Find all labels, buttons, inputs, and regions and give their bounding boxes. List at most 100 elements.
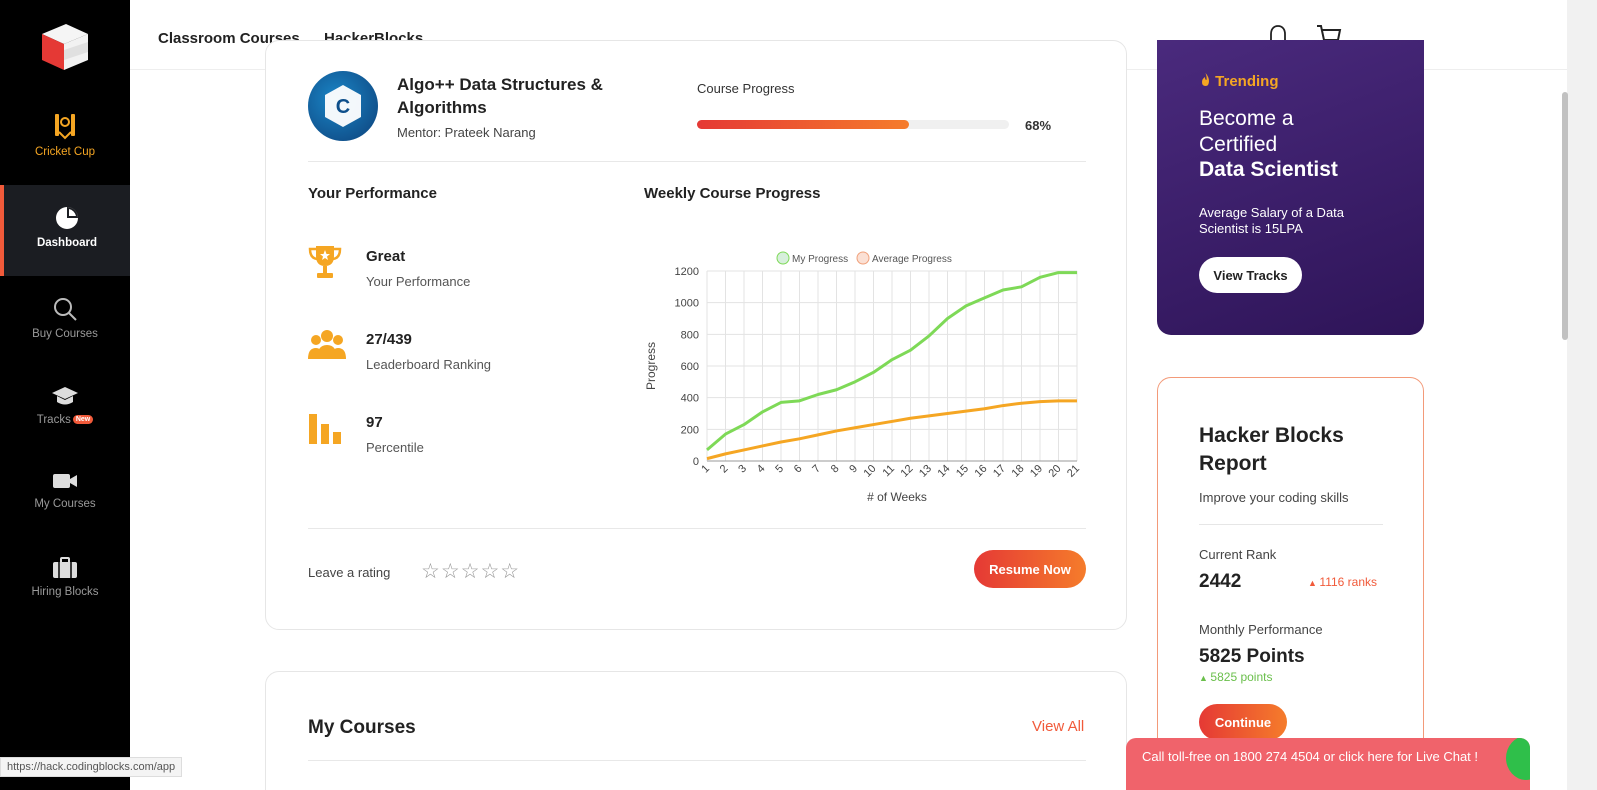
sidebar-item-buy-courses[interactable]: Buy Courses xyxy=(0,296,130,340)
rank-delta: ▲ 1116 ranks xyxy=(1308,575,1377,589)
search-icon xyxy=(54,298,77,321)
x-tick-label: 4 xyxy=(755,463,768,476)
performance-value: 97 xyxy=(366,414,383,431)
coding-blocks-logo[interactable] xyxy=(36,20,94,72)
live-chat-text: Call toll-free on 1800 274 4504 or click… xyxy=(1142,749,1479,764)
course-progress-card: C Algo++ Data Structures & Algorithms Me… xyxy=(265,40,1127,630)
x-tick-label: 5 xyxy=(773,463,786,476)
y-axis-label: Progress xyxy=(644,342,658,390)
x-tick-label: 1 xyxy=(699,463,712,476)
hacker-blocks-report-card: Hacker Blocks Report Improve your coding… xyxy=(1157,377,1424,790)
y-tick-label: 1000 xyxy=(675,298,699,310)
x-tick-label: 15 xyxy=(954,463,971,480)
course-logo: C xyxy=(308,71,378,141)
divider xyxy=(1199,524,1383,525)
current-rank-label: Current Rank xyxy=(1199,547,1277,562)
x-tick-label: 9 xyxy=(847,463,860,476)
cricket-icon xyxy=(55,114,75,140)
performance-label: Your Performance xyxy=(366,274,471,289)
resume-now-button[interactable]: Resume Now xyxy=(974,550,1086,588)
course-progress-percent: 68% xyxy=(1025,118,1052,133)
monthly-performance-value: 5825 Points xyxy=(1199,646,1305,667)
y-tick-label: 600 xyxy=(681,361,699,373)
trophy-icon xyxy=(308,246,342,278)
bar-chart-icon xyxy=(309,414,341,444)
video-camera-icon xyxy=(53,474,77,488)
course-progress-bar xyxy=(697,120,1009,129)
divider xyxy=(308,760,1086,761)
y-tick-label: 200 xyxy=(681,424,699,436)
pie-chart-icon xyxy=(56,207,78,229)
x-tick-label: 8 xyxy=(829,463,842,476)
course-progress-label: Course Progress xyxy=(697,81,795,96)
sidebar-item-dashboard[interactable]: Dashboard xyxy=(0,185,130,276)
y-tick-label: 400 xyxy=(681,393,699,405)
promo-subtext: Average Salary of a Data Scientist is 15… xyxy=(1199,205,1345,236)
sidebar-item-label: Buy Courses xyxy=(32,328,98,340)
view-tracks-button[interactable]: View Tracks xyxy=(1199,257,1302,293)
points-delta-text: 5825 points xyxy=(1210,670,1273,684)
sidebar-item-cricket-cup[interactable]: Cricket Cup xyxy=(0,112,130,158)
your-performance-heading: Your Performance xyxy=(308,185,437,202)
users-icon xyxy=(308,330,346,359)
sidebar-item-tracks[interactable]: Tracks New xyxy=(0,384,130,426)
sidebar-item-my-courses[interactable]: My Courses xyxy=(0,470,130,510)
legend-label: Average Progress xyxy=(872,254,952,265)
performance-label: Leaderboard Ranking xyxy=(366,357,492,372)
y-tick-label: 800 xyxy=(681,329,699,341)
live-chat-banner[interactable]: Call toll-free on 1800 274 4504 or click… xyxy=(1126,738,1530,790)
weekly-progress-chart: 0200400600800100012001 2 3 4 5 6 7 8 9 10 11 12 13 14… xyxy=(644,251,1082,504)
performance-label: Percentile xyxy=(366,440,424,455)
x-tick-label: 2 xyxy=(718,463,731,476)
x-tick-label: 12 xyxy=(898,463,915,480)
sidebar-item-label: My Courses xyxy=(34,498,96,510)
course-mentor: Mentor: Prateek Narang xyxy=(397,125,536,140)
x-tick-label: 21 xyxy=(1065,463,1082,480)
promo-headline: Become a Certified xyxy=(1199,107,1294,156)
rank-delta-text: 1116 ranks xyxy=(1319,575,1378,589)
x-tick-label: 19 xyxy=(1028,463,1045,480)
my-courses-card: My Courses View All xyxy=(265,671,1127,790)
y-tick-label: 1200 xyxy=(675,266,699,278)
x-tick-label: 11 xyxy=(881,463,898,480)
divider xyxy=(308,161,1086,162)
trending-tag: Trending xyxy=(1200,73,1279,90)
caret-up-icon: ▲ xyxy=(1199,673,1211,683)
chat-bubble-icon[interactable] xyxy=(1506,738,1530,780)
sidebar-item-label: Tracks xyxy=(36,414,71,426)
star-rating[interactable]: ☆☆☆☆☆ xyxy=(421,559,520,584)
status-bar-url: https://hack.codingblocks.com/app xyxy=(0,757,183,777)
graduation-cap-icon xyxy=(52,387,78,405)
report-subtitle: Improve your coding skills xyxy=(1199,490,1349,505)
legend-marker xyxy=(776,251,790,265)
weekly-progress-heading: Weekly Course Progress xyxy=(644,185,821,202)
course-title: Algo++ Data Structures & Algorithms xyxy=(397,75,603,117)
trending-label: Trending xyxy=(1215,73,1279,90)
course-progress-fill xyxy=(697,120,910,129)
caret-up-icon: ▲ xyxy=(1308,578,1320,588)
divider xyxy=(308,528,1086,529)
points-delta: ▲ 5825 points xyxy=(1199,670,1272,684)
new-badge: New xyxy=(72,415,94,425)
x-tick-label: 17 xyxy=(991,463,1008,480)
x-tick-label: 6 xyxy=(792,463,805,476)
sidebar-item-label: Hiring Blocks xyxy=(31,586,99,598)
briefcase-icon xyxy=(53,557,77,578)
sidebar: Cricket Cup Dashboard Buy Courses Tracks… xyxy=(0,0,130,790)
y-tick-label: 0 xyxy=(693,456,699,468)
flame-icon xyxy=(1202,73,1209,86)
monthly-performance-label: Monthly Performance xyxy=(1199,622,1323,637)
scrollbar-track[interactable] xyxy=(1567,0,1597,790)
view-all-link[interactable]: View All xyxy=(1032,718,1084,735)
scrollbar-thumb[interactable] xyxy=(1562,92,1568,340)
sidebar-item-label: Cricket Cup xyxy=(34,146,96,158)
continue-button[interactable]: Continue xyxy=(1199,704,1287,740)
legend-label: My Progress xyxy=(792,254,848,265)
x-tick-label: 10 xyxy=(861,463,878,480)
x-axis-label: # of Weeks xyxy=(867,490,927,504)
performance-value: 27/439 xyxy=(366,331,412,348)
x-tick-label: 16 xyxy=(972,463,989,480)
cpp-icon: C xyxy=(325,85,361,127)
svg-text:C: C xyxy=(336,96,350,118)
sidebar-item-hiring-blocks[interactable]: Hiring Blocks xyxy=(0,556,130,598)
